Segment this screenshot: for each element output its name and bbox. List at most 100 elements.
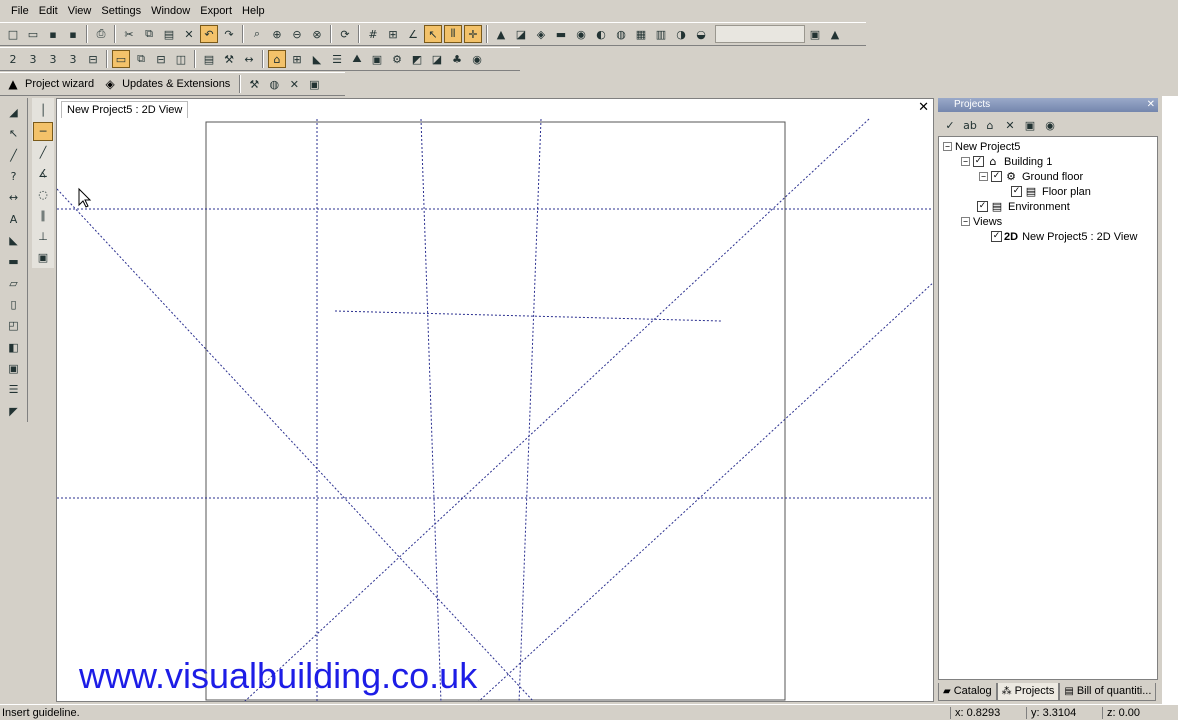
menu-file[interactable]: File <box>6 0 34 22</box>
tile-vertical-icon[interactable]: ◫ <box>172 50 190 68</box>
plant-icon[interactable]: ♣ <box>448 50 466 68</box>
tree-item-2d-view[interactable]: ✓ 2D New Project5 : 2D View <box>991 229 1137 244</box>
wall-tool-icon[interactable]: ◢ <box>3 103 25 122</box>
terrain-icon[interactable]: ⛰ <box>348 50 366 68</box>
tree-item-views[interactable]: − Views <box>961 214 1002 229</box>
tools-icon[interactable]: ⚒ <box>220 50 238 68</box>
view-3d-shaded-icon[interactable]: 3 <box>64 50 82 68</box>
visibility-checkbox[interactable]: ✓ <box>973 156 984 167</box>
view-3d-color-icon[interactable]: 3 <box>44 50 62 68</box>
object-tool-icon[interactable]: ▣ <box>3 359 25 378</box>
angle-guide-icon[interactable]: ∡ <box>33 164 53 183</box>
stair-icon[interactable]: ☰ <box>328 50 346 68</box>
menu-edit[interactable]: Edit <box>34 0 63 22</box>
walk-icon[interactable]: ▦ <box>632 25 650 43</box>
tools-dropdown-icon[interactable]: ⚒ <box>245 75 263 93</box>
light-icon[interactable]: ◒ <box>692 25 710 43</box>
drawing-canvas[interactable] <box>57 99 934 702</box>
check-icon[interactable]: ✓ <box>941 116 959 134</box>
collapse-icon[interactable]: − <box>961 217 970 226</box>
grid-icon[interactable]: # <box>364 25 382 43</box>
visibility-checkbox[interactable]: ✓ <box>991 231 1002 242</box>
view-3d-icon[interactable]: 3 <box>24 50 42 68</box>
camera-icon[interactable]: ◍ <box>612 25 630 43</box>
layer-icon[interactable]: ◈ <box>532 25 550 43</box>
line-tool-icon[interactable]: ╱ <box>3 146 25 165</box>
redo-icon[interactable]: ↷ <box>220 25 238 43</box>
properties-icon[interactable]: ▤ <box>200 50 218 68</box>
section-icon[interactable]: ◪ <box>512 25 530 43</box>
menu-export[interactable]: Export <box>195 0 237 22</box>
visibility-checkbox[interactable]: ✓ <box>991 171 1002 182</box>
parallel-guide-icon[interactable]: ∥ <box>33 206 53 225</box>
tree-item-root[interactable]: − New Project5 <box>943 139 1020 154</box>
guideline-d1[interactable] <box>57 188 535 702</box>
settings-gear-icon[interactable]: ⚙ <box>388 50 406 68</box>
add-building-icon[interactable]: ⌂ <box>981 116 999 134</box>
window-layout-icon[interactable]: ⊟ <box>84 50 102 68</box>
pointer-icon[interactable]: ↖ <box>424 25 442 43</box>
material-icon[interactable]: ◩ <box>408 50 426 68</box>
select-tool-icon[interactable]: ↖ <box>3 124 25 143</box>
dimension-icon[interactable]: ↔ <box>240 50 258 68</box>
menu-settings[interactable]: Settings <box>96 0 146 22</box>
zoom-in-icon[interactable]: ⊕ <box>268 25 286 43</box>
beam-tool-icon[interactable]: ▬ <box>3 252 25 271</box>
project-wizard-button[interactable]: ▲ Project wizard <box>3 74 100 94</box>
view-combo[interactable] <box>715 25 805 43</box>
lock-guide-icon[interactable]: ▣ <box>33 248 53 267</box>
single-window-icon[interactable]: ▭ <box>112 50 130 68</box>
menu-window[interactable]: Window <box>146 0 195 22</box>
collapse-icon[interactable]: − <box>979 172 988 181</box>
zoom-icon[interactable]: ⌕ <box>248 25 266 43</box>
sun-icon[interactable]: ◑ <box>672 25 690 43</box>
guideline-v2[interactable] <box>420 118 442 702</box>
column-tool-icon[interactable]: ▯ <box>3 295 25 314</box>
perpendicular-guide-icon[interactable]: ⊥ <box>33 227 53 246</box>
guideline-v3[interactable] <box>518 118 542 702</box>
view3d-icon[interactable]: ◉ <box>572 25 590 43</box>
building-small-icon[interactable]: ▲ <box>826 25 844 43</box>
room-icon[interactable]: ⊞ <box>288 50 306 68</box>
tree-item-environment[interactable]: ✓ ▤ Environment <box>977 199 1070 214</box>
open-folder-icon[interactable]: ▭ <box>24 25 42 43</box>
storey-icon[interactable]: ▬ <box>552 25 570 43</box>
window-tool-icon[interactable]: ◰ <box>3 316 25 335</box>
tree-item-floor-plan[interactable]: ✓ ▤ Floor plan <box>1011 184 1091 199</box>
building-icon[interactable]: ▲ <box>492 25 510 43</box>
tab-projects[interactable]: ⁂ Projects <box>996 683 1060 701</box>
cut-icon[interactable]: ✂ <box>120 25 138 43</box>
lock-icon[interactable]: ▣ <box>806 25 824 43</box>
stair-tool-icon[interactable]: ☰ <box>3 380 25 399</box>
door-tool-icon[interactable]: ◧ <box>3 338 25 357</box>
text-tool-icon[interactable]: A <box>3 210 25 229</box>
cascade-icon[interactable]: ⧉ <box>132 50 150 68</box>
save-all-icon[interactable]: ▪ <box>64 25 82 43</box>
close-document-icon[interactable]: ✕ <box>918 100 929 115</box>
tab-bill-of-quantities[interactable]: ▤ Bill of quantiti... <box>1059 683 1157 701</box>
export-icon[interactable]: ▣ <box>305 75 323 93</box>
slab-tool-icon[interactable]: ▱ <box>3 274 25 293</box>
print-icon[interactable]: ⎙ <box>92 25 110 43</box>
refresh-icon[interactable]: ⟳ <box>336 25 354 43</box>
visibility-checkbox[interactable]: ✓ <box>1011 186 1022 197</box>
crosshair-icon[interactable]: ✛ <box>464 25 482 43</box>
rename-icon[interactable]: ab <box>961 116 979 134</box>
tree-item-ground-floor[interactable]: − ✓ ⚙ Ground floor <box>979 169 1083 184</box>
dimension-tool-icon[interactable]: ↔ <box>3 188 25 207</box>
circle-guide-icon[interactable]: ◌ <box>33 185 53 204</box>
doc-tab-2d-view[interactable]: New Project5 : 2D View <box>61 101 189 118</box>
wall-icon[interactable]: ⌂ <box>268 50 286 68</box>
measure-icon[interactable]: ✕ <box>285 75 303 93</box>
diagonal-guide-icon[interactable]: ╱ <box>33 143 53 162</box>
catalog-icon[interactable]: ◍ <box>265 75 283 93</box>
new-file-icon[interactable]: □ <box>4 25 22 43</box>
guideline-icon[interactable]: ⦀ <box>444 25 462 43</box>
guideline-d2[interactable] <box>243 118 870 702</box>
snap-angle-icon[interactable]: ∠ <box>404 25 422 43</box>
horizontal-guide-icon[interactable]: ─ <box>33 122 53 141</box>
roof-tool-icon[interactable]: ◤ <box>3 402 25 421</box>
guideline-d3[interactable] <box>477 281 934 702</box>
guideline-h3[interactable] <box>334 310 722 322</box>
tile-horizontal-icon[interactable]: ⊟ <box>152 50 170 68</box>
